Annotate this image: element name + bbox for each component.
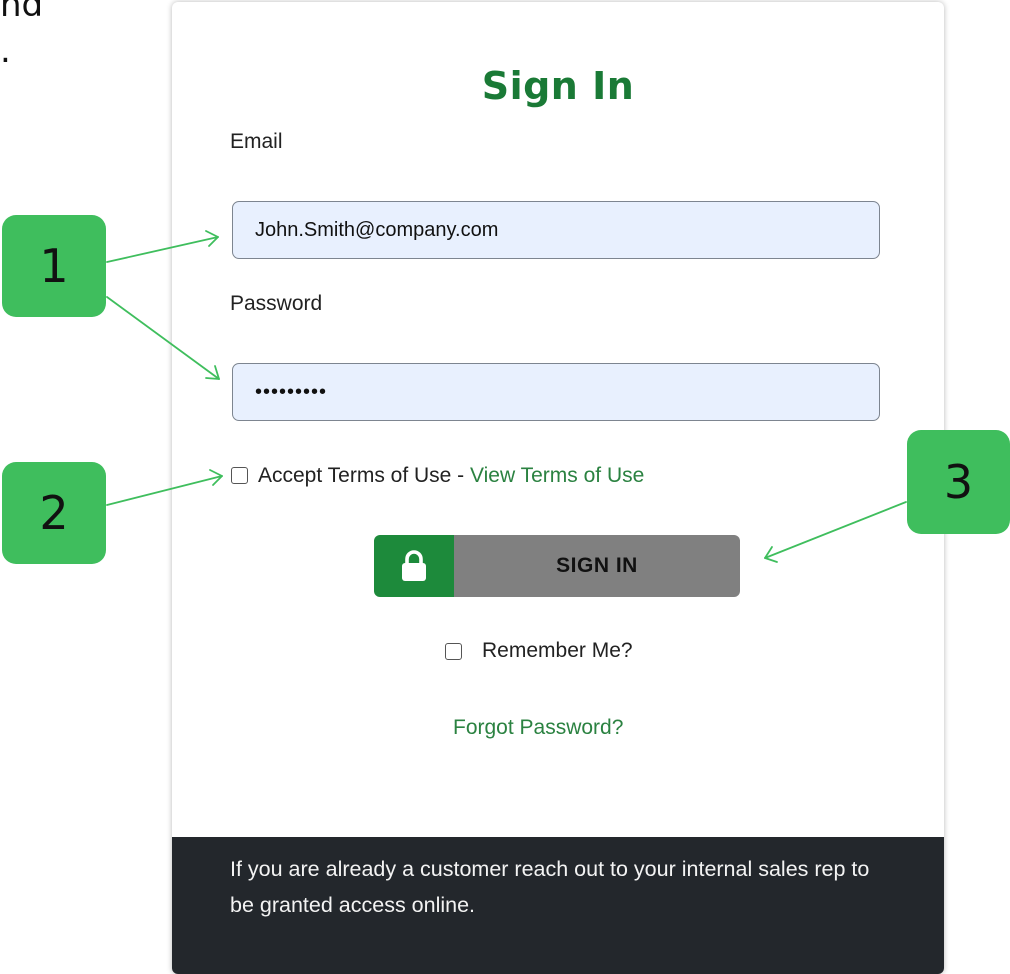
arrow-1-to-email <box>106 236 219 263</box>
callout-arrows <box>106 230 907 563</box>
arrow-2-to-terms <box>106 475 223 506</box>
arrow-3-to-sign-in <box>764 501 907 559</box>
arrow-1-to-password <box>106 296 220 380</box>
